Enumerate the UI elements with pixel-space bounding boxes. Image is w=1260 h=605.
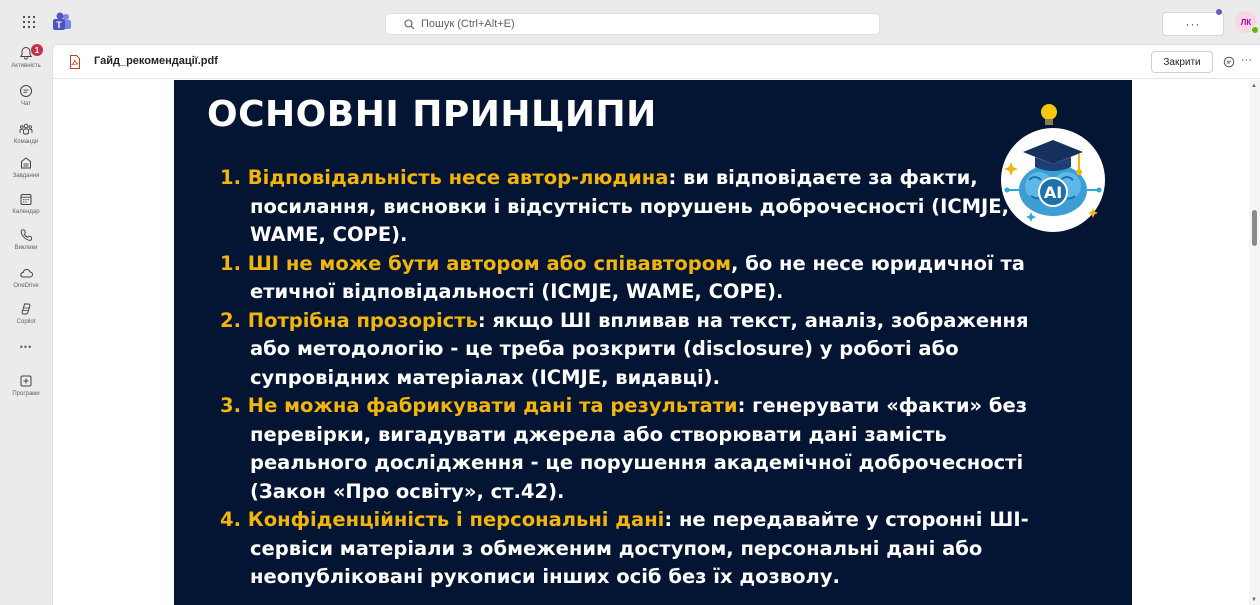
copilot-icon (21, 303, 31, 315)
teams-logo-icon: T (53, 12, 71, 30)
scroll-up-icon[interactable]: ▲ (1251, 83, 1257, 89)
list-item: 3. Не можна фабрикувати дані та результа… (220, 392, 1040, 506)
comment-icon[interactable] (1223, 56, 1235, 68)
status-dot (1216, 9, 1222, 15)
rail-item-tasks[interactable]: Завдання (0, 156, 52, 192)
more-actions-button[interactable]: ··· (1241, 54, 1252, 66)
cloud-icon (20, 269, 33, 278)
tasks-icon (21, 157, 31, 169)
chat-icon (20, 85, 32, 97)
rail-label: Чат (21, 101, 31, 107)
title-bar: T Пошук (Ctrl+Alt+E) ··· ЛК (0, 0, 1260, 44)
item-number: 4. (220, 508, 241, 531)
item-highlight: Не можна фабрикувати дані та результати (247, 394, 738, 417)
presence-indicator (1251, 26, 1259, 34)
rail-label: Copilot (16, 319, 36, 325)
scroll-thumb[interactable] (1252, 210, 1257, 246)
item-number: 2. (220, 308, 248, 332)
rail-label: Завдання (12, 173, 40, 179)
search-placeholder: Пошук (Ctrl+Alt+E) (421, 18, 515, 30)
file-header: Гайд_рекомендації.pdf Закрити ··· (53, 45, 1260, 79)
item-highlight: Потрібна прозорість (247, 308, 478, 332)
avatar-initials: ЛК (1240, 17, 1252, 27)
item-highlight: Відповідальність несе автор-людина (247, 166, 669, 189)
notification-badge: 1 (31, 44, 43, 56)
rail-more-button[interactable]: ••• (0, 342, 52, 356)
rail-item-teams[interactable]: Команди (0, 122, 52, 158)
list-item: 4. Конфіденційність і персональні дані: … (220, 506, 1040, 592)
item-highlight: ШІ не може бути автором або співавтором (247, 251, 732, 275)
more-icon: ••• (19, 342, 33, 352)
pdf-file-icon (70, 55, 80, 69)
apps-add-icon (20, 375, 32, 387)
file-name: Гайд_рекомендації.pdf (94, 55, 218, 67)
rail-item-apps[interactable]: Програми (0, 374, 52, 410)
item-highlight: Конфіденційність і персональні дані (247, 508, 665, 531)
rail-item-calls[interactable]: Виклики (0, 228, 52, 264)
pdf-page: ОСНОВНІ ПРИНЦИПИ AI 1. Відповідальність … (174, 80, 1132, 605)
main-panel: Гайд_рекомендації.pdf Закрити ··· ОСНОВН… (52, 44, 1260, 605)
rail-item-chat[interactable]: Чат (0, 84, 52, 120)
app-launcher-icon[interactable] (22, 15, 36, 29)
phone-icon (20, 229, 33, 241)
search-icon (404, 18, 415, 29)
more-options-button[interactable]: ··· (1162, 12, 1224, 36)
list-item: 1. Відповідальність несе автор-людина: в… (220, 164, 1040, 250)
rail-item-copilot[interactable]: Copilot (0, 302, 52, 338)
list-item: 1. ШІ не може бути автором або співавтор… (220, 250, 1040, 307)
rail-label: OneDrive (13, 283, 39, 289)
vertical-scrollbar[interactable]: ▲ ▼ (1249, 80, 1260, 605)
app-rail: 1 Активність Чат Команди Завдання Календ… (0, 44, 52, 605)
search-input[interactable]: Пошук (Ctrl+Alt+E) (385, 13, 880, 35)
rail-label: Команди (13, 139, 39, 145)
pdf-viewer[interactable]: ОСНОВНІ ПРИНЦИПИ AI 1. Відповідальність … (53, 80, 1249, 605)
scroll-down-icon[interactable]: ▼ (1251, 597, 1257, 603)
rail-label: Календар (12, 209, 40, 215)
rail-label: Виклики (14, 245, 38, 251)
list-item: 2. Потрібна прозорість: якщо ШІ впливав … (220, 307, 1040, 393)
rail-label: Програми (12, 391, 40, 397)
calendar-icon (20, 194, 32, 205)
rail-item-activity[interactable]: 1 Активність (0, 44, 52, 82)
item-number: 3. (220, 394, 241, 417)
teams-icon (19, 123, 33, 135)
avatar[interactable]: ЛК (1235, 11, 1259, 34)
svg-text:T: T (56, 20, 62, 30)
ai-label: AI (1044, 183, 1062, 202)
principles-list: 1. Відповідальність несе автор-людина: в… (220, 164, 1040, 592)
rail-item-calendar[interactable]: Календар (0, 192, 52, 228)
close-button[interactable]: Закрити (1151, 51, 1213, 73)
rail-label: Активність (11, 63, 41, 69)
rail-item-onedrive[interactable]: OneDrive (0, 266, 52, 302)
item-number: 1. (220, 251, 241, 275)
slide-title: ОСНОВНІ ПРИНЦИПИ (207, 94, 657, 135)
item-number: 1. (220, 166, 241, 189)
